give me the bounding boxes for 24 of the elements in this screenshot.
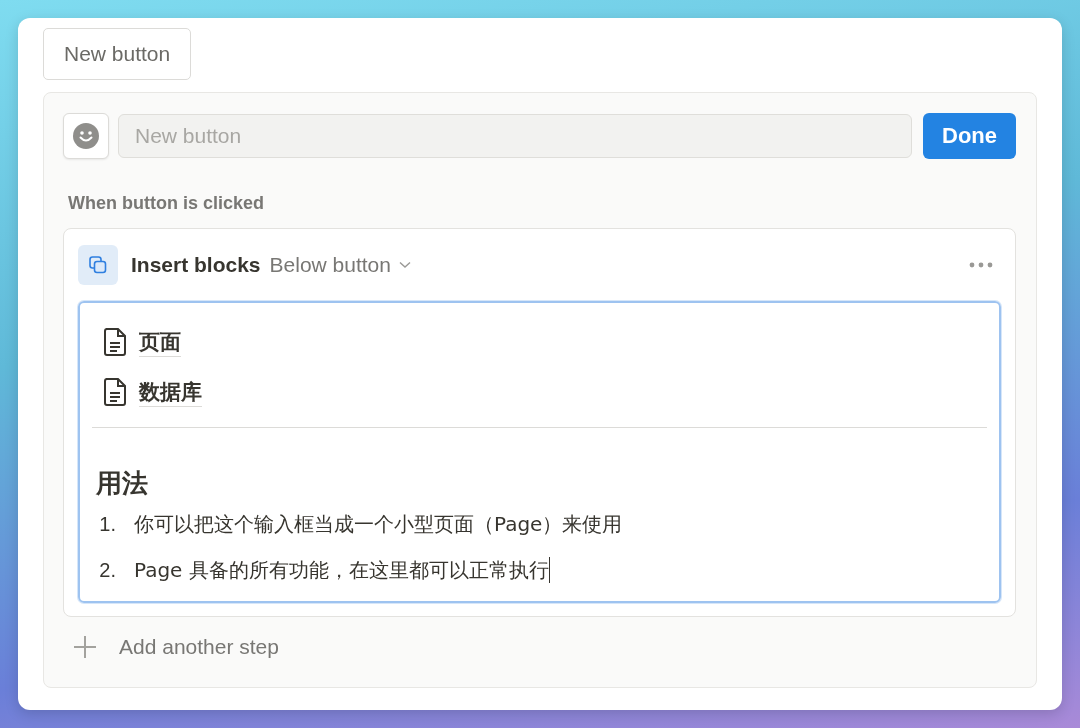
text-cursor [548, 557, 551, 583]
list-item-text: 你可以把这个输入框当成一个小型页面（Page）来使用 [134, 510, 623, 538]
add-step-button[interactable]: Add another step [73, 635, 279, 659]
document-icon [102, 377, 128, 407]
action-title: Insert blocks [131, 253, 261, 277]
emoji-button[interactable] [63, 113, 109, 159]
name-field[interactable]: New button [118, 114, 912, 158]
copy-icon [78, 245, 118, 285]
chevron-down-icon [399, 261, 411, 269]
list-item-text: Page 具备的所有功能，在这里都可以正常执行 [134, 556, 549, 584]
section-heading: 用法 [96, 467, 149, 500]
content-editor[interactable]: 页面 数据库 用法 1. 你可以把这个输入框当成一个小型页面（Page）来使用 2. Page 具备的所有功能，在这里都可以正常执行 [78, 301, 1001, 603]
page-link[interactable]: 数据库 [139, 377, 202, 407]
list-number: 1. [98, 512, 117, 536]
smiley-icon [73, 123, 99, 149]
new-button[interactable]: New button [43, 28, 192, 80]
trigger-label: When button is clicked [68, 193, 265, 214]
page-link[interactable]: 页面 [139, 327, 181, 357]
ellipsis-icon [969, 262, 993, 268]
list-number: 2. [98, 558, 117, 582]
plus-icon [73, 635, 97, 659]
done-button[interactable]: Done [923, 113, 1016, 159]
document-icon [102, 327, 128, 357]
position-dropdown[interactable]: Below button [269, 253, 411, 277]
